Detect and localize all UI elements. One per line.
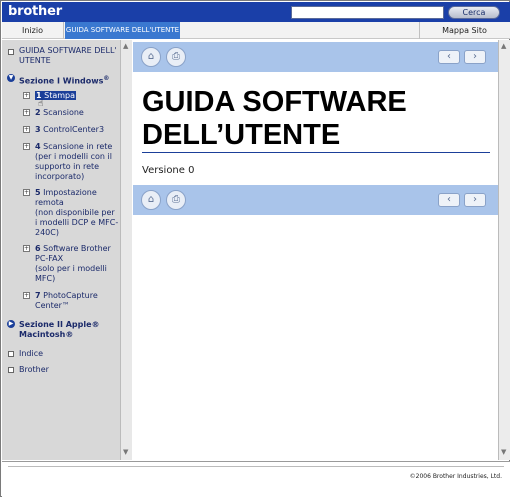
printer-icon[interactable]: ⎙	[166, 47, 186, 67]
next-arrow-icon[interactable]: ›	[464, 193, 486, 207]
item-number: 4	[35, 142, 41, 151]
nav-guide-tab[interactable]: GUIDA SOFTWARE DELL'UTENTE	[65, 22, 180, 39]
bottom-nav-band: ⌂ ⎙ ‹ ›	[133, 185, 498, 215]
main-content: ⌂ ⎙ ‹ › GUIDA SOFTWARE DELL’UTENTE Versi…	[133, 40, 498, 460]
item-number: 6	[35, 244, 41, 253]
sidebar-item-brother[interactable]: Brother	[19, 365, 49, 375]
item-number: 7	[35, 291, 41, 300]
version-label: Versione 0	[142, 165, 195, 176]
sidebar-item-label: PhotoCapture Center™	[35, 291, 98, 310]
copyright-text: ©2006 Brother Industries, Ltd.	[409, 473, 502, 480]
sidebar-item-scansione[interactable]: 2 Scansione	[35, 108, 84, 118]
plus-box-icon[interactable]: +	[23, 143, 30, 150]
sidebar-item-label: Scansione in rete	[43, 142, 113, 151]
sidebar-item-detail: (non disponibile per i modelli DCP e MFC…	[35, 208, 119, 237]
item-number: 3	[35, 125, 41, 134]
sidebar-item-label: Stampa	[44, 91, 76, 100]
prev-arrow-icon[interactable]: ‹	[438, 50, 460, 64]
sidebar-item-label: Indice	[19, 349, 44, 358]
bullet-icon	[8, 49, 14, 55]
sidebar-item-detail: (solo per i modelli MFC)	[35, 264, 107, 283]
bullet-icon	[8, 351, 14, 357]
sidebar-item-label: GUIDA SOFTWARE DELL' UTENTE	[19, 46, 117, 65]
reg-mark: ®	[103, 75, 110, 82]
scroll-up-icon[interactable]: ▲	[501, 42, 506, 50]
sidebar-item-label: Impostazione remota	[35, 188, 97, 207]
plus-box-icon[interactable]: +	[23, 292, 30, 299]
plus-box-icon[interactable]: +	[23, 189, 30, 196]
sidebar-scrollbar[interactable]: ▲ ▼	[120, 40, 132, 460]
sidebar-item-label: ControlCenter3	[43, 125, 105, 134]
prev-arrow-icon[interactable]: ‹	[438, 193, 460, 207]
sidebar-item-label: Sezione II Apple® Macintosh®	[19, 320, 100, 339]
plus-box-icon[interactable]: +	[23, 126, 30, 133]
sidebar-item-indice[interactable]: Indice	[19, 349, 43, 359]
sidebar-item-controlcenter[interactable]: 3 ControlCenter3	[35, 125, 104, 135]
expanded-arrow-icon[interactable]: ▼	[7, 74, 15, 82]
header-bar: brother Cerca	[2, 2, 510, 22]
footer-divider	[8, 466, 504, 467]
scroll-down-icon[interactable]: ▼	[123, 448, 128, 456]
plus-box-icon[interactable]: +	[23, 109, 30, 116]
sidebar-item-impostazione[interactable]: 5 Impostazione remota (non disponibile p…	[35, 188, 119, 238]
collapsed-arrow-icon[interactable]: ▶	[7, 320, 15, 328]
sidebar-item-label: Scansione	[43, 108, 84, 117]
sidebar-item-scansione-rete[interactable]: 4 Scansione in rete (per i modelli con i…	[35, 142, 119, 182]
sidebar: GUIDA SOFTWARE DELL' UTENTE ▼ Sezione I …	[2, 40, 132, 460]
item-number: 5	[35, 188, 41, 197]
sidebar-item-windows[interactable]: Sezione I Windows®	[19, 74, 117, 87]
search-input[interactable]	[291, 6, 444, 19]
scroll-down-icon[interactable]: ▼	[501, 448, 506, 456]
nav-home-tab[interactable]: Inizio	[2, 22, 64, 39]
sidebar-item-photocapture[interactable]: 7 PhotoCapture Center™	[35, 291, 119, 311]
home-icon[interactable]: ⌂	[141, 47, 161, 67]
search-button[interactable]: Cerca	[448, 6, 500, 19]
plus-box-icon[interactable]: +	[23, 245, 30, 252]
sidebar-item-label: Sezione I Windows	[19, 76, 104, 86]
title-divider	[142, 152, 490, 153]
nav-bar: Inizio GUIDA SOFTWARE DELL'UTENTE Mappa …	[2, 22, 510, 39]
app-window: brother Cerca Inizio GUIDA SOFTWARE DELL…	[0, 0, 510, 497]
sidebar-item-pcfax[interactable]: 6 Software Brother PC-FAX (solo per i mo…	[35, 244, 119, 284]
main-scrollbar[interactable]: ▲ ▼	[498, 40, 510, 460]
sidebar-item-label: Brother	[19, 365, 49, 374]
footer: ©2006 Brother Industries, Ltd.	[2, 461, 510, 497]
sidebar-item-macintosh[interactable]: Sezione II Apple® Macintosh®	[19, 320, 117, 340]
nav-site-map-tab[interactable]: Mappa Sito	[419, 22, 509, 39]
scroll-up-icon[interactable]: ▲	[123, 42, 128, 50]
top-nav-band: ⌂ ⎙ ‹ ›	[133, 42, 498, 72]
sidebar-item-detail: (per i modelli con il supporto in rete i…	[35, 152, 112, 181]
printer-icon[interactable]: ⎙	[166, 190, 186, 210]
sidebar-item-label: Software Brother PC-FAX	[35, 244, 111, 263]
plus-box-icon[interactable]: +	[23, 92, 30, 99]
brother-logo[interactable]: brother	[8, 4, 62, 19]
next-arrow-icon[interactable]: ›	[464, 50, 486, 64]
item-number: 2	[35, 108, 41, 117]
page-title: GUIDA SOFTWARE DELL’UTENTE	[142, 86, 407, 151]
sidebar-item-guide[interactable]: GUIDA SOFTWARE DELL' UTENTE	[19, 46, 117, 66]
home-icon[interactable]: ⌂	[141, 190, 161, 210]
bullet-icon	[8, 367, 14, 373]
